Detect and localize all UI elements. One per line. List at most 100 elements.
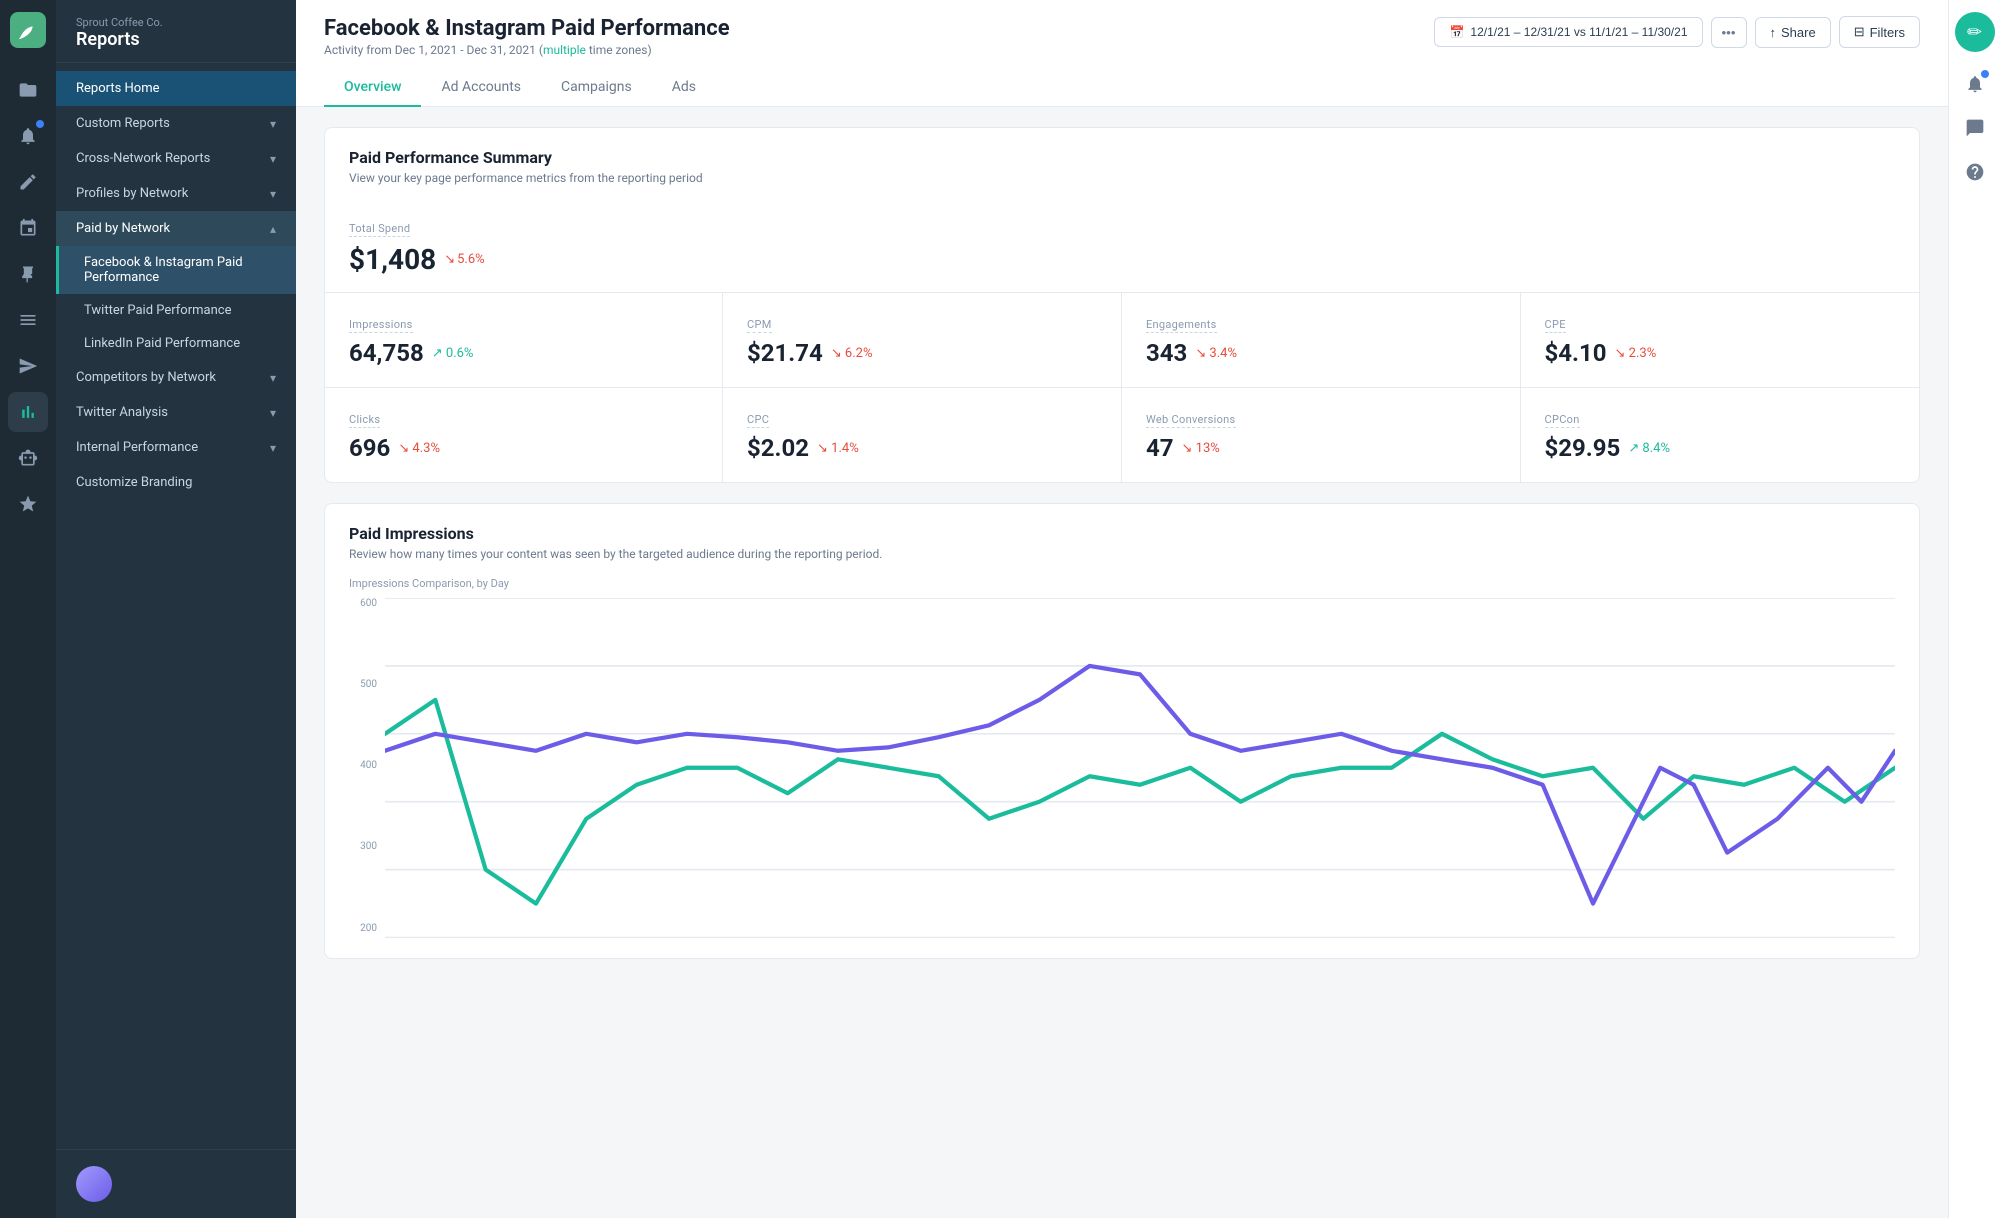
y-label-500: 500 [349, 679, 377, 690]
cpe-change: ↘ 2.3% [1615, 346, 1657, 361]
sidebar-item-linkedin-paid[interactable]: LinkedIn Paid Performance [56, 327, 296, 360]
rail-chart-icon[interactable] [8, 392, 48, 432]
sidebar: Sprout Coffee Co. Reports Reports Home C… [56, 0, 296, 1218]
date-range-button[interactable]: 📅 12/1/21 – 12/31/21 vs 11/1/21 – 11/30/… [1434, 17, 1702, 47]
sidebar-item-customize-branding[interactable]: Customize Branding [56, 465, 296, 500]
tab-ads[interactable]: Ads [652, 69, 716, 107]
rail-calendar-icon[interactable] [8, 208, 48, 248]
sidebar-item-profiles-by-network[interactable]: Profiles by Network ▾ [56, 176, 296, 211]
sidebar-item-cross-network[interactable]: Cross-Network Reports ▾ [56, 141, 296, 176]
y-label-600: 600 [349, 598, 377, 609]
title-block: Facebook & Instagram Paid Performance Ac… [324, 16, 730, 57]
tab-campaigns[interactable]: Campaigns [541, 69, 652, 107]
total-spend-section: Total Spend $1,408 ↘ 5.6% [325, 201, 1919, 293]
multiple-timezones-link[interactable]: multiple [543, 43, 586, 57]
impressions-metric: Impressions 64,758 ↗ 0.6% [325, 293, 723, 387]
engagements-change: ↘ 3.4% [1195, 346, 1237, 361]
chart-svg-wrap [385, 598, 1895, 938]
cpm-change: ↘ 6.2% [831, 346, 873, 361]
rail-folder-icon[interactable] [8, 70, 48, 110]
rail-list-icon[interactable] [8, 300, 48, 340]
chart-subtitle: Review how many times your content was s… [349, 547, 1895, 561]
sidebar-header: Sprout Coffee Co. Reports [56, 0, 296, 63]
chevron-down-icon: ▾ [270, 441, 276, 455]
rail-compose-icon[interactable] [8, 162, 48, 202]
sidebar-item-fb-instagram-paid[interactable]: Facebook & Instagram Paid Performance [56, 246, 296, 294]
filters-button[interactable]: ⊟ Filters [1839, 16, 1920, 48]
filter-icon: ⊟ [1854, 24, 1865, 40]
cpc-metric: CPC $2.02 ↘ 1.4% [723, 388, 1121, 482]
sidebar-item-internal-performance[interactable]: Internal Performance ▾ [56, 430, 296, 465]
sidebar-item-twitter-paid[interactable]: Twitter Paid Performance [56, 294, 296, 327]
rail-pin-icon[interactable] [8, 254, 48, 294]
company-name: Sprout Coffee Co. [76, 16, 276, 29]
tab-overview[interactable]: Overview [324, 69, 421, 107]
question-help-icon[interactable] [1955, 152, 1995, 192]
sidebar-item-custom-reports[interactable]: Custom Reports ▾ [56, 106, 296, 141]
more-options-button[interactable]: ••• [1711, 17, 1747, 48]
summary-card-title: Paid Performance Summary [349, 148, 1895, 167]
cpcon-change: ↗ 8.4% [1628, 441, 1670, 456]
chevron-down-icon: ▾ [270, 152, 276, 166]
chevron-down-icon: ▾ [270, 187, 276, 201]
tab-bar: Overview Ad Accounts Campaigns Ads [324, 69, 1920, 106]
chevron-down-icon: ▾ [270, 371, 276, 385]
help-chat-icon[interactable] [1955, 108, 1995, 148]
cpcon-metric: CPCon $29.95 ↗ 8.4% [1521, 388, 1920, 482]
paid-impressions-chart-card: Paid Impressions Review how many times y… [324, 503, 1920, 959]
app-title: Reports [76, 29, 276, 50]
metrics-row-impressions-cpm: Impressions 64,758 ↗ 0.6% CPM $21.74 ↘ 6… [325, 293, 1121, 388]
total-spend-change: ↘ 5.6% [444, 252, 484, 267]
chart-content: Paid Impressions Review how many times y… [325, 504, 1919, 958]
y-label-200: 200 [349, 923, 377, 934]
impressions-change: ↗ 0.6% [432, 346, 474, 361]
engagements-metric: Engagements 343 ↘ 3.4% [1122, 293, 1521, 387]
summary-card-subtitle: View your key page performance metrics f… [349, 171, 1895, 185]
sidebar-item-paid-by-network[interactable]: Paid by Network ▴ [56, 211, 296, 246]
summary-card-header: Paid Performance Summary View your key p… [325, 128, 1919, 201]
sidebar-item-twitter-analysis[interactable]: Twitter Analysis ▾ [56, 395, 296, 430]
chart-comparison-label: Impressions Comparison, by Day [349, 577, 1895, 590]
y-label-400: 400 [349, 760, 377, 771]
chevron-down-icon: ▾ [270, 117, 276, 131]
tab-ad-accounts[interactable]: Ad Accounts [421, 69, 541, 107]
metrics-row-webconv-cpcon: Web Conversions 47 ↘ 13% CPCon $29.95 ↗ … [1122, 388, 1919, 482]
impressions-line-chart [385, 598, 1895, 938]
rail-bot-icon[interactable] [8, 438, 48, 478]
sidebar-item-competitors-by-network[interactable]: Competitors by Network ▾ [56, 360, 296, 395]
cpe-metric: CPE $4.10 ↘ 2.3% [1521, 293, 1920, 387]
cpm-metric: CPM $21.74 ↘ 6.2% [723, 293, 1121, 387]
notifications-icon[interactable] [1955, 64, 1995, 104]
main-content: Facebook & Instagram Paid Performance Ac… [296, 0, 1948, 1218]
metrics-row-clicks-cpc: Clicks 696 ↘ 4.3% CPC $2.02 ↘ 1.4% [325, 388, 1121, 482]
share-icon: ↑ [1770, 25, 1777, 40]
sidebar-item-reports-home[interactable]: Reports Home [56, 71, 296, 106]
y-label-300: 300 [349, 841, 377, 852]
paid-performance-summary-card: Paid Performance Summary View your key p… [324, 127, 1920, 483]
chevron-down-icon: ▾ [270, 406, 276, 420]
metrics-row-engagements-cpe: Engagements 343 ↘ 3.4% CPE $4.10 ↘ 2.3% [1122, 293, 1919, 388]
compose-cta-button[interactable]: ✏ [1955, 12, 1995, 52]
chart-wrapper: 600 500 400 300 200 [349, 598, 1895, 938]
share-button[interactable]: ↑ Share [1755, 17, 1831, 48]
rail-send-icon[interactable] [8, 346, 48, 386]
cpc-change: ↘ 1.4% [817, 441, 859, 456]
total-spend-value: $1,408 ↘ 5.6% [349, 243, 1895, 276]
content-area: Paid Performance Summary View your key p… [296, 107, 1948, 1218]
sidebar-nav: Reports Home Custom Reports ▾ Cross-Netw… [56, 63, 296, 1149]
chart-title: Paid Impressions [349, 524, 1895, 543]
clicks-metric: Clicks 696 ↘ 4.3% [325, 388, 723, 482]
metrics-col-right: Engagements 343 ↘ 3.4% CPE $4.10 ↘ 2.3% [1122, 293, 1919, 482]
y-axis: 600 500 400 300 200 [349, 598, 377, 938]
rail-star-icon[interactable] [8, 484, 48, 524]
metrics-col-left: Impressions 64,758 ↗ 0.6% CPM $21.74 ↘ 6… [325, 293, 1122, 482]
web-conversions-change: ↘ 13% [1182, 441, 1220, 456]
chevron-up-icon: ▴ [270, 222, 276, 236]
page-title: Facebook & Instagram Paid Performance [324, 16, 730, 41]
right-icon-rail: ✏ [1948, 0, 2000, 1218]
web-conversions-metric: Web Conversions 47 ↘ 13% [1122, 388, 1521, 482]
app-logo [10, 12, 46, 48]
user-avatar[interactable] [76, 1166, 112, 1202]
page-header: Facebook & Instagram Paid Performance Ac… [296, 0, 1948, 107]
rail-bell-icon[interactable] [8, 116, 48, 156]
